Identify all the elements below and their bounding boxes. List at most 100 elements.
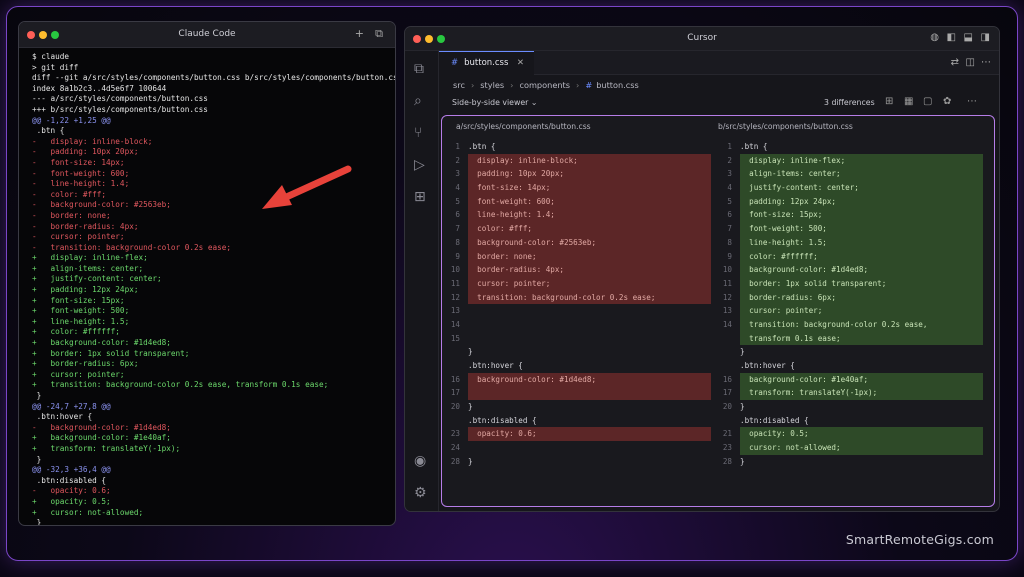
chevron-right-icon: › <box>510 80 514 90</box>
diff-row: 16 background-color: #1e40af; <box>714 372 987 387</box>
source-control-icon[interactable]: ⑂ <box>414 125 422 141</box>
terminal-line: - border-radius: 4px; <box>32 221 139 231</box>
table-icon[interactable]: ▦ <box>904 96 913 107</box>
terminal-line: --- a/src/styles/components/button.css <box>32 94 208 104</box>
diff-row: 9 color: #ffffff; <box>714 249 987 264</box>
breadcrumb-src[interactable]: src <box>453 80 465 90</box>
terminal-line: - opacity: 0.6; <box>32 486 111 496</box>
chevron-right-icon: › <box>470 80 475 90</box>
code-line: padding: 12px 24px; <box>740 196 837 206</box>
cursor-titlebar: Cursor ◍ ◧ ⬓ ◨ <box>405 27 999 51</box>
diff-row: .btn:hover { <box>442 359 715 373</box>
right-diff-pane: 1 .btn {2 display: inline-flex; 3 align-it… <box>714 140 987 469</box>
plus-icon[interactable]: + <box>355 27 364 40</box>
viewer-mode-select[interactable]: Side-by-side viewer ⌄ <box>452 98 537 107</box>
code-line: color: #fff; <box>468 224 533 234</box>
css-file-icon: # <box>585 80 593 90</box>
css-file-icon: # <box>451 58 459 68</box>
line-number: 4 <box>455 183 460 193</box>
line-number: 2 <box>455 155 460 165</box>
code-line: opacity: 0.6; <box>468 429 537 439</box>
diff-row: 21 opacity: 0.5; <box>714 427 987 442</box>
comment-icon[interactable]: ▢ <box>923 96 932 107</box>
panel-right-icon[interactable]: ◨ <box>981 32 990 43</box>
settings-gear-icon[interactable]: ⚙ <box>414 485 427 501</box>
diff-row: 13 <box>442 304 715 318</box>
split-editor-icon[interactable]: ◫ <box>966 57 975 68</box>
terminal-line: + transform: translateY(-1px); <box>32 443 181 453</box>
diff-row: 3 padding: 10px 20px; <box>442 167 715 182</box>
diff-row: 23 cursor: not-allowed; <box>714 441 987 455</box>
diff-row: 14 transition: background-color 0.2s eas… <box>714 317 987 332</box>
diff-row: 20} <box>442 400 715 414</box>
left-diff-pane: 1 .btn {2 display: inline-block; 3 padding… <box>442 140 715 469</box>
more-icon[interactable]: ⋯ <box>981 57 991 68</box>
terminal-line: + color: #ffffff; <box>32 327 120 337</box>
open-changes-icon[interactable]: ⇄ <box>951 57 959 68</box>
line-number: 21 <box>722 429 732 439</box>
diff-row: 28} <box>714 455 987 469</box>
diff-row: 6 font-size: 15px; <box>714 208 987 223</box>
code-line: align-items: center; <box>740 169 841 179</box>
diff-row: 8 line-height: 1.5; <box>714 235 987 250</box>
line-number: 16 <box>450 374 460 384</box>
more-options-icon[interactable]: ⋯ <box>967 96 977 107</box>
terminal-line: @@ -24,7 +27,8 @@ <box>32 401 111 411</box>
extensions-icon[interactable]: ⊞ <box>414 189 426 205</box>
terminal-line: + background-color: #1e40af; <box>32 433 171 443</box>
diff-row: 9 border: none; <box>442 249 715 264</box>
code-line: border: none; <box>468 251 537 261</box>
diff-row: 12 border-radius: 6px; <box>714 290 987 305</box>
files-icon[interactable]: ⧉ <box>414 61 424 77</box>
terminal-line: @@ -32,3 +36,4 @@ <box>32 465 111 475</box>
tab-close-icon[interactable]: ✕ <box>517 58 524 68</box>
diff-row: 8 background-color: #2563eb; <box>442 235 715 250</box>
viewer-mode-label: Side-by-side viewer <box>452 98 529 107</box>
diff-row: 6 line-height: 1.4; <box>442 208 715 223</box>
diff-row: 1 .btn { <box>714 140 987 154</box>
account-icon[interactable]: ◍ <box>930 32 939 43</box>
terminal-line: + font-weight: 500; <box>32 306 130 316</box>
search-icon[interactable]: ⌕ <box>414 93 422 109</box>
terminal-line: + display: inline-flex; <box>32 253 148 263</box>
terminal-line: .btn:disabled { <box>32 475 107 485</box>
diff-row: 17 transform: translateY(-1px); <box>714 386 987 401</box>
line-number: 11 <box>722 278 732 288</box>
line-number: 4 <box>727 183 732 193</box>
terminal-line: - cursor: pointer; <box>32 232 125 242</box>
line-number: 24 <box>450 443 460 453</box>
chevron-down-icon: ⌄ <box>530 98 538 107</box>
line-number: 20 <box>450 402 460 412</box>
copy-icon[interactable]: ⧉ <box>375 27 383 41</box>
code-line: line-height: 1.4; <box>468 210 555 220</box>
line-number: 3 <box>727 169 732 179</box>
line-number: 7 <box>727 224 732 234</box>
code-line: line-height: 1.5; <box>740 237 827 247</box>
line-number: 10 <box>722 265 732 275</box>
breadcrumb-components[interactable]: components <box>519 80 570 90</box>
code-line: background-color: #1e40af; <box>740 374 869 384</box>
breadcrumb-file[interactable]: button.css <box>596 80 639 90</box>
terminal-line: + background-color: #1d4ed8; <box>32 338 171 348</box>
layout-grid-icon[interactable]: ⊞ <box>885 96 893 107</box>
palette-icon[interactable]: ✿ <box>943 96 951 107</box>
code-line: border-radius: 6px; <box>740 292 837 302</box>
tab-button-css[interactable]: # button.css ✕ <box>439 51 534 75</box>
terminal-window: Claude Code + ⧉ $ claude > git diff diff -… <box>18 21 396 526</box>
code-line: .btn { <box>468 142 496 151</box>
breadcrumb-styles[interactable]: styles <box>480 80 504 90</box>
red-arrow-icon <box>262 165 352 209</box>
code-line: } <box>740 456 745 466</box>
run-debug-icon[interactable]: ▷ <box>414 157 425 173</box>
account-icon[interactable]: ◉ <box>414 453 426 469</box>
line-number: 1 <box>455 142 460 151</box>
deleted-highlight <box>468 386 711 401</box>
line-number: 23 <box>450 429 460 439</box>
line-number: 5 <box>727 196 732 206</box>
terminal-line: + font-size: 15px; <box>32 295 125 305</box>
terminal-line: - transition: background-color 0.2s ease… <box>32 242 232 252</box>
panel-left-icon[interactable]: ◧ <box>947 32 956 43</box>
code-line: background-color: #1d4ed8; <box>468 374 597 384</box>
panel-bottom-icon[interactable]: ⬓ <box>964 32 973 43</box>
code-line: .btn:disabled { <box>468 415 537 425</box>
